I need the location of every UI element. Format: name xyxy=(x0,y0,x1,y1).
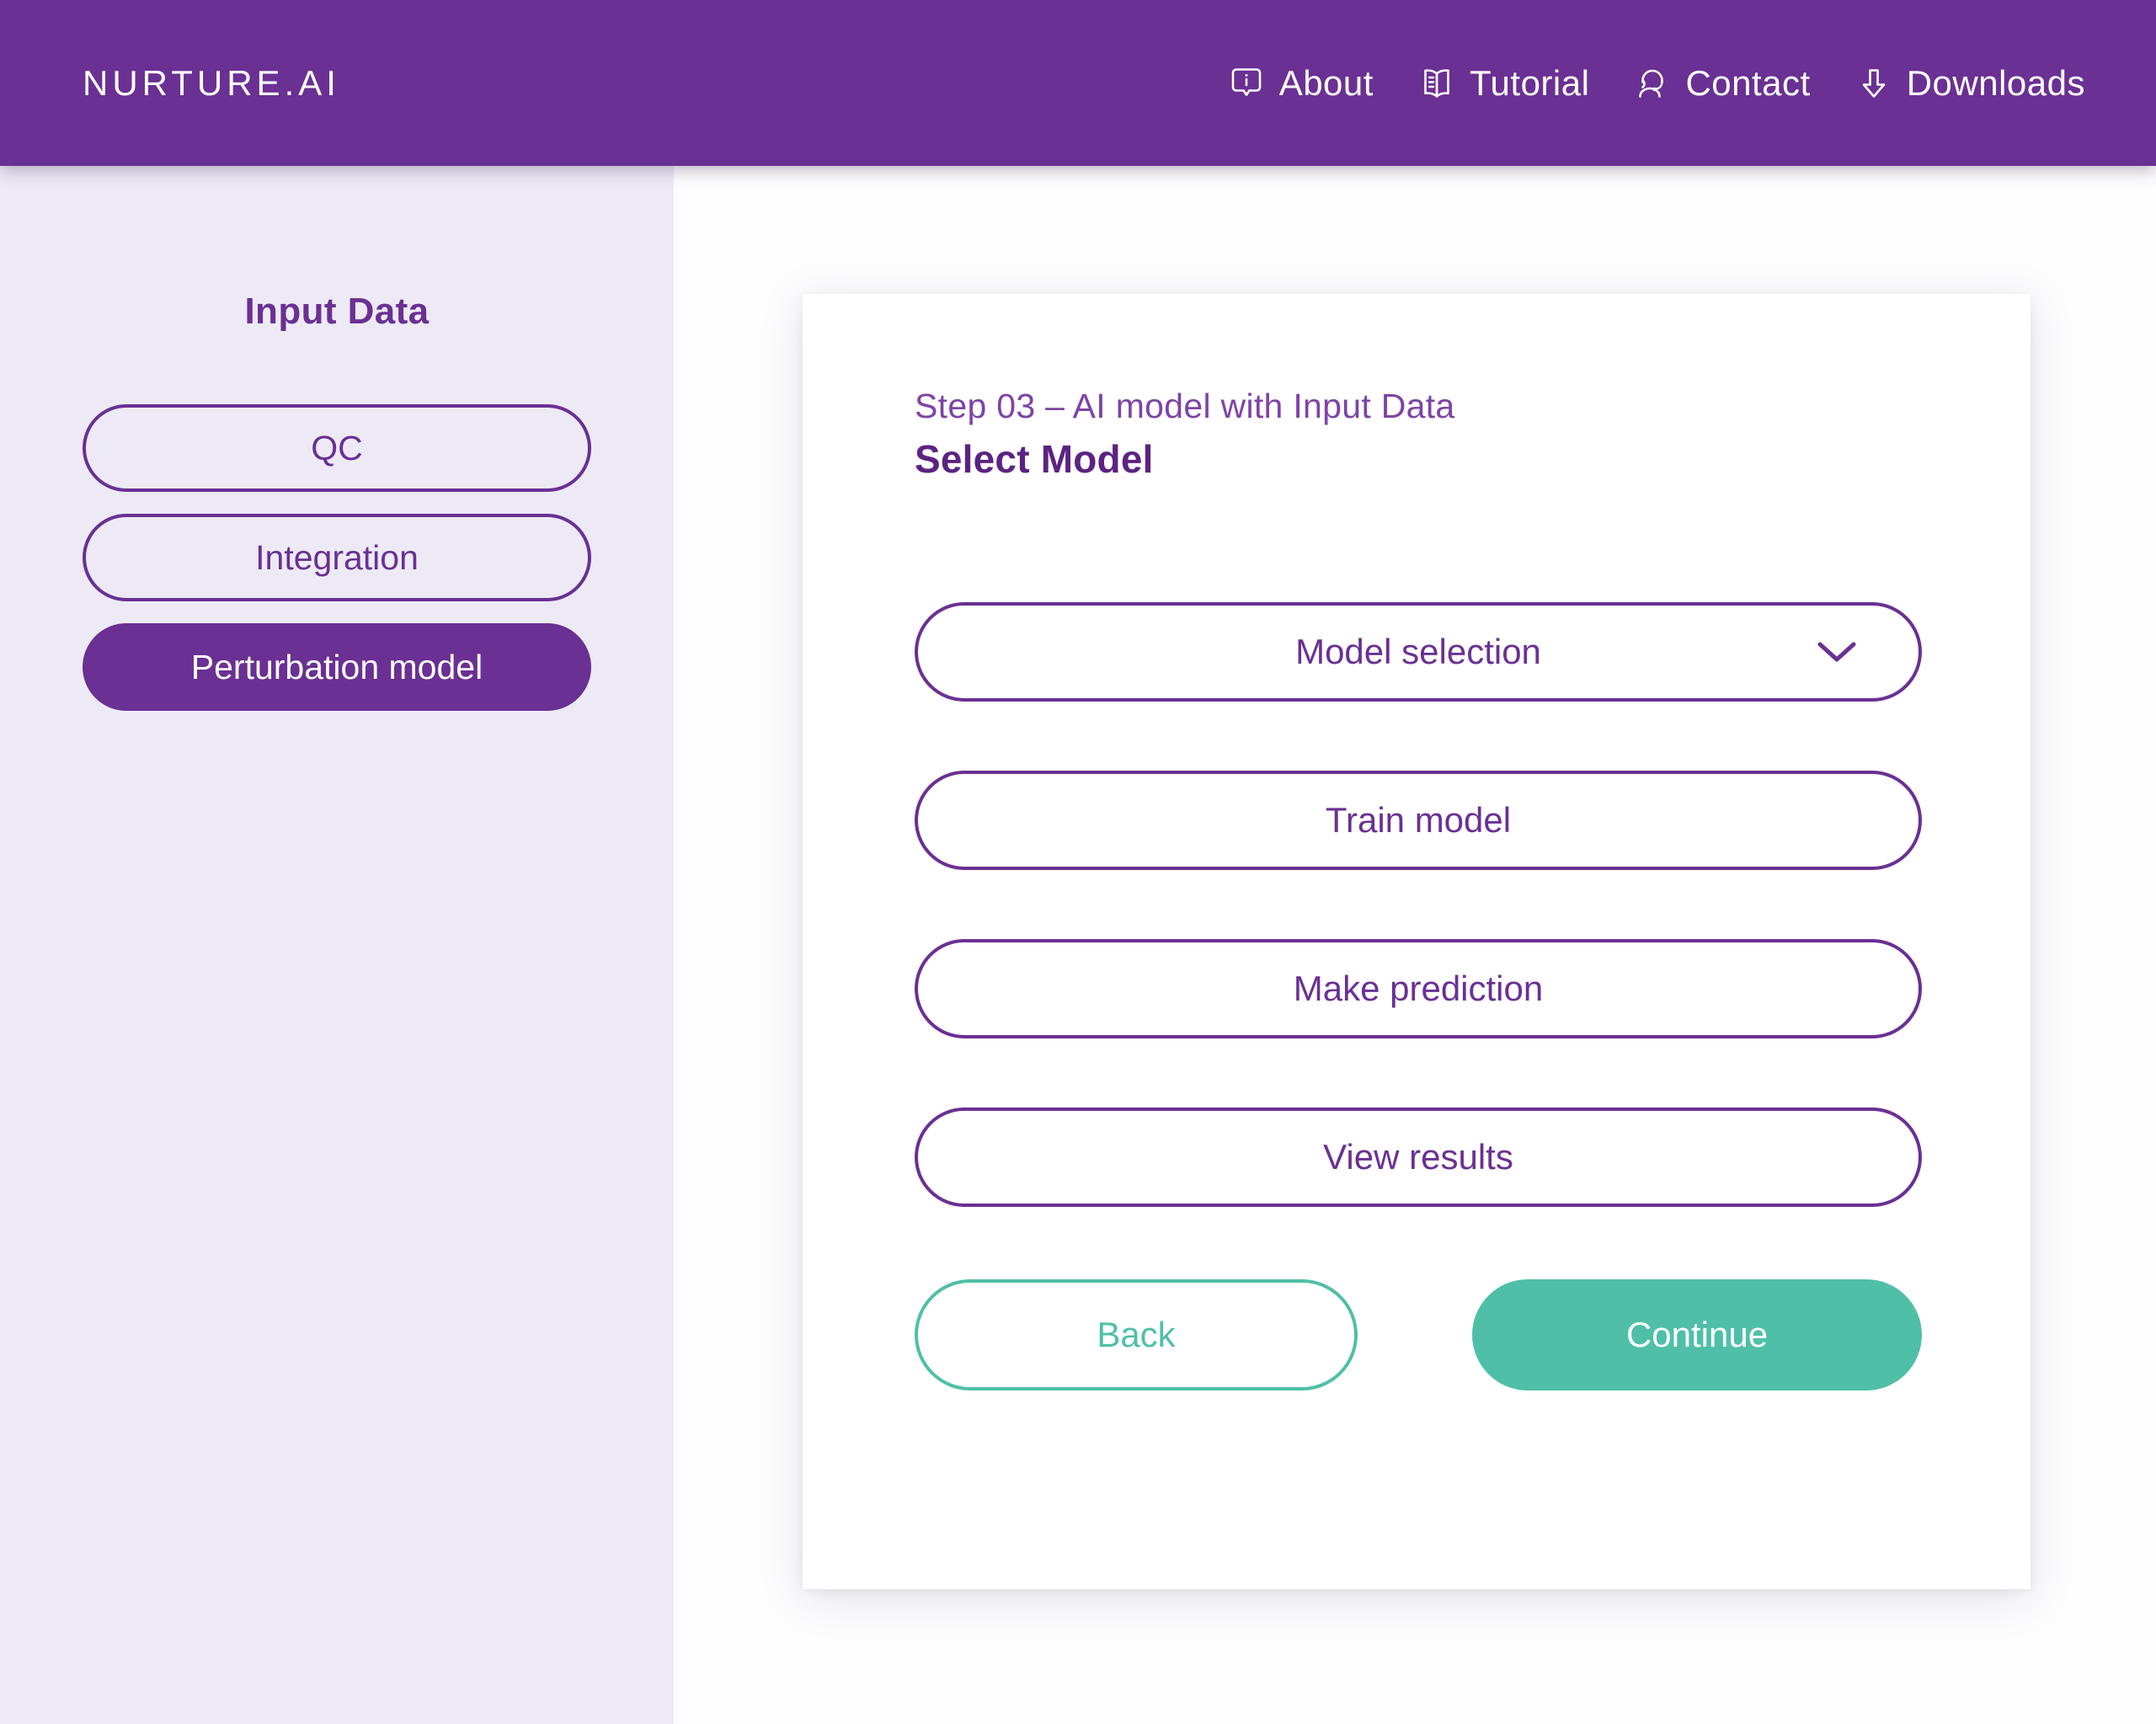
sidebar: Input Data QC Integration Perturbation m… xyxy=(0,166,674,1724)
card-actions: Back Continue xyxy=(915,1279,2031,1390)
nav-item-contact-label: Contact xyxy=(1685,62,1811,103)
chevron-down-icon[interactable] xyxy=(1816,639,1858,665)
option-train-model[interactable]: Train model xyxy=(915,771,1922,870)
option-model-selection[interactable]: Model selection xyxy=(915,602,1922,702)
sidebar-title: Input Data xyxy=(244,291,430,332)
option-make-prediction-label: Make prediction xyxy=(1293,969,1544,1008)
nav-item-tutorial-label: Tutorial xyxy=(1469,62,1590,103)
step-label: Step 03 – AI model with Input Data xyxy=(915,387,1455,425)
page-title: Select Model xyxy=(915,437,1154,481)
continue-button-label: Continue xyxy=(1625,1315,1769,1354)
step-card-body: Step 03 – AI model with Input Data Selec… xyxy=(803,294,2031,1390)
option-train-model-label: Train model xyxy=(1325,800,1512,840)
option-view-results-label: View results xyxy=(1323,1137,1513,1177)
option-model-selection-label: Model selection xyxy=(1295,632,1541,671)
nav-item-tutorial[interactable]: Tutorial xyxy=(1417,63,1590,104)
brand-logo: NURTURE.AI xyxy=(83,62,340,103)
sidebar-item-qc-label: QC xyxy=(311,428,363,467)
nav-item-downloads[interactable]: Downloads xyxy=(1854,63,2085,104)
download-arrow-icon xyxy=(1854,64,1893,103)
sidebar-item-qc[interactable]: QC xyxy=(83,404,591,492)
back-button-label: Back xyxy=(1097,1315,1176,1354)
main-navigation: About Tutorial Contact Downloads xyxy=(1227,63,2085,104)
sidebar-item-perturbation-model[interactable]: Perturbation model xyxy=(83,623,591,711)
back-button[interactable]: Back xyxy=(915,1279,1358,1390)
support-agent-icon xyxy=(1633,64,1672,103)
app-header: NURTURE.AI About Tutorial Contact Downlo… xyxy=(0,0,2156,166)
option-make-prediction[interactable]: Make prediction xyxy=(915,939,1922,1038)
main-content: Step 03 – AI model with Input Data Selec… xyxy=(674,166,2156,1724)
info-bubble-icon xyxy=(1227,64,1266,103)
sidebar-item-integration-label: Integration xyxy=(255,537,419,577)
continue-button[interactable]: Continue xyxy=(1472,1279,1922,1390)
option-view-results[interactable]: View results xyxy=(915,1108,1922,1207)
sidebar-item-perturbation-model-label: Perturbation model xyxy=(190,647,483,686)
book-icon xyxy=(1417,64,1456,103)
sidebar-item-integration[interactable]: Integration xyxy=(83,514,591,601)
step-card: Step 03 – AI model with Input Data Selec… xyxy=(803,294,2031,1589)
nav-item-about-label: About xyxy=(1278,62,1374,103)
model-options-list: Model selection Train model Make predict… xyxy=(915,602,2031,1207)
nav-item-contact[interactable]: Contact xyxy=(1633,63,1810,104)
nav-item-downloads-label: Downloads xyxy=(1906,62,2085,103)
nav-item-about[interactable]: About xyxy=(1227,63,1374,104)
